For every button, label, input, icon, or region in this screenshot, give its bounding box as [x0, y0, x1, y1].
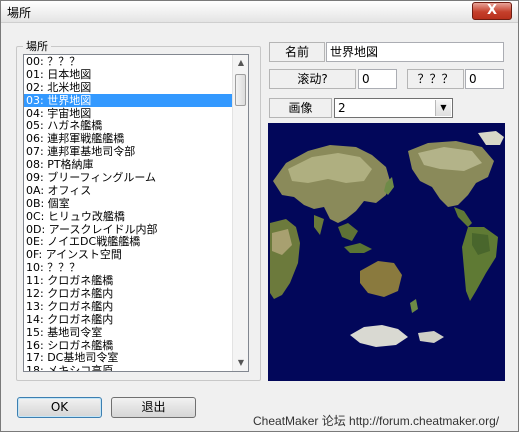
dialog-window: 場所 X 場所 00: ？？？ 01: 日本地図 02: 北米地図 03: 世界地図 0… [0, 0, 519, 432]
list-item[interactable]: 11: クロガネ艦橋 [24, 274, 233, 287]
scroll-field[interactable]: 0 [358, 69, 397, 89]
exit-button[interactable]: 退出 [111, 397, 196, 418]
scroll-down-icon[interactable]: ▼ [233, 355, 248, 371]
list-item[interactable]: 12: クロガネ艦内 [24, 287, 233, 300]
list-item[interactable]: 01: 日本地図 [24, 68, 233, 81]
name-field[interactable]: 世界地図 [326, 42, 504, 62]
list-item[interactable]: 07: 連邦軍基地司令部 [24, 145, 233, 158]
list-item[interactable]: 0C: ヒリュウ改艦橋 [24, 210, 233, 223]
world-map-image [268, 123, 505, 381]
location-list[interactable]: 00: ？？？ 01: 日本地図 02: 北米地図 03: 世界地図 04: 宇宙地図 0… [23, 54, 249, 372]
scroll-up-icon[interactable]: ▲ [233, 55, 248, 71]
list-item[interactable]: 05: ハガネ艦橋 [24, 119, 233, 133]
title-bar[interactable]: 場所 X [1, 1, 518, 23]
image-select[interactable]: 2 ▼ [334, 98, 453, 118]
list-item[interactable]: 18: メキシコ高原 [24, 364, 233, 371]
scroll-label: 滚动? [269, 69, 356, 89]
list-item[interactable]: 0D: アースクレイドル内部 [24, 223, 233, 236]
scroll-thumb[interactable] [235, 74, 246, 106]
list-item[interactable]: 10: ？？？ [24, 261, 233, 274]
list-item[interactable]: 0A: オフィス [24, 184, 233, 197]
list-item[interactable]: 15: 基地司令室 [24, 326, 233, 339]
map-preview [268, 123, 505, 381]
name-label: 名前 [269, 42, 325, 62]
unknown-field[interactable]: 0 [465, 69, 504, 89]
watermark-text: CheatMaker 论坛 http://forum.cheatmaker.or… [253, 414, 500, 428]
list-item[interactable]: 0E: ノイエDC戦艦艦橋 [24, 235, 233, 249]
list-item[interactable]: 03: 世界地図 [24, 93, 233, 107]
image-label: 画像 [269, 98, 332, 118]
list-item[interactable]: 06: 連邦軍戦艦艦橋 [24, 132, 233, 145]
group-label: 場所 [23, 38, 51, 54]
list-item[interactable]: 04: 宇宙地図 [24, 107, 233, 120]
close-button[interactable]: X [472, 2, 512, 20]
window-title: 場所 [7, 6, 32, 20]
list-item[interactable]: 0B: 個室 [24, 197, 233, 210]
list-item[interactable]: 02: 北米地図 [24, 81, 233, 94]
unknown-label: ？？？ [407, 69, 464, 89]
list-items: 00: ？？？ 01: 日本地図 02: 北米地図 03: 世界地図 04: 宇宙地図 0… [24, 55, 233, 371]
list-item[interactable]: 0F: アインスト空間 [24, 248, 233, 261]
list-item[interactable]: 14: クロガネ艦内 [24, 313, 233, 326]
list-item[interactable]: 08: PT格納庫 [24, 158, 233, 171]
ok-button[interactable]: OK [17, 397, 102, 418]
list-item[interactable]: 09: ブリーフィングルーム [24, 171, 233, 184]
chevron-down-icon[interactable]: ▼ [435, 100, 451, 116]
list-item[interactable]: 00: ？？？ [24, 55, 233, 68]
image-select-value: 2 [338, 101, 346, 115]
list-item[interactable]: 13: クロガネ艦内 [24, 300, 233, 313]
list-scrollbar[interactable]: ▲ ▼ [232, 55, 248, 371]
list-item[interactable]: 16: シロガネ艦橋 [24, 339, 233, 352]
list-item[interactable]: 17: DC基地司令室 [24, 351, 233, 365]
